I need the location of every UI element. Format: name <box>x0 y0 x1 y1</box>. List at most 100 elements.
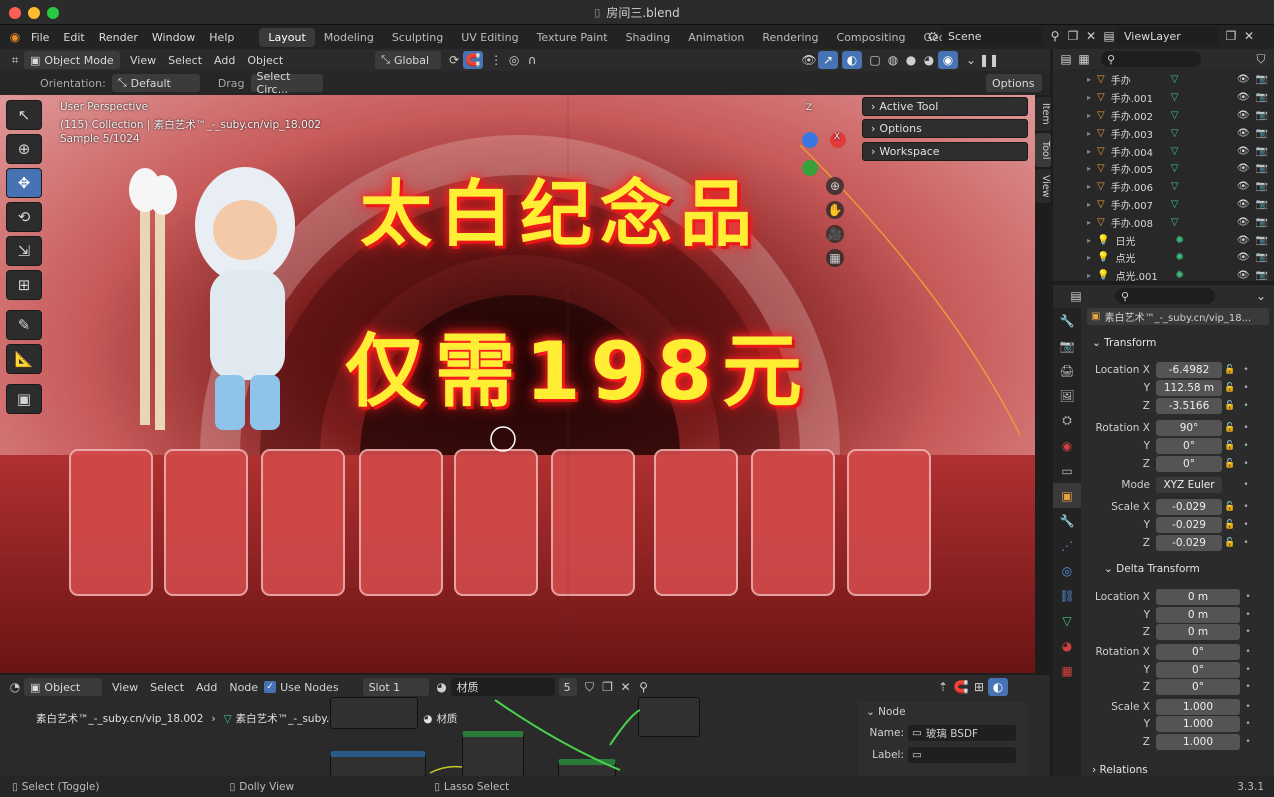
camera-icon[interactable]: 📷 <box>1256 146 1268 157</box>
properties-search-input[interactable]: ⚲ <box>1115 288 1215 304</box>
material-name-field[interactable]: 材质 <box>450 678 555 696</box>
close-window-button[interactable] <box>9 7 21 19</box>
camera-icon[interactable]: 📷 <box>1256 270 1268 281</box>
menu-add[interactable]: Add <box>214 54 235 67</box>
glass-bsdf-node[interactable] <box>462 731 524 777</box>
lock-icon[interactable]: 🔓 <box>1222 383 1238 393</box>
node-panel-header[interactable]: ⌄ Node <box>858 701 1028 723</box>
tab-layout[interactable]: Layout <box>259 27 315 47</box>
outliner-row[interactable]: ▸ ▽ 手办.001 ▽ 👁 📷 <box>1053 89 1274 107</box>
shading-material-icon[interactable]: ◕ <box>920 51 938 69</box>
node-editor-type-icon[interactable]: ◔ <box>6 678 24 696</box>
mode-selector[interactable]: ▣ Object Mode <box>24 51 120 69</box>
keyframe-dot-icon[interactable]: • <box>1240 610 1256 620</box>
lock-icon[interactable]: 🔓 <box>1222 520 1238 530</box>
keyframe-dot-icon[interactable]: • <box>1240 592 1256 602</box>
snap-grid-icon[interactable]: ⊞ <box>970 678 988 696</box>
annotate-tool-icon[interactable]: ✎ <box>6 310 42 340</box>
render-props-icon[interactable]: 📷 <box>1053 333 1081 358</box>
keyframe-dot-icon[interactable]: • <box>1240 647 1256 657</box>
outliner-search-input[interactable]: ⚲ <box>1101 51 1201 67</box>
menu-file[interactable]: File <box>24 31 56 44</box>
shader-node-editor[interactable]: ◔ ▣ Object View Select Add Node ✓ Use Node… <box>0 675 1050 777</box>
keyframe-dot-icon[interactable]: • <box>1238 423 1254 433</box>
camera-icon[interactable]: 📷 <box>1256 110 1268 121</box>
pivot-point-icon[interactable]: ⟳ <box>445 51 463 69</box>
delta-scale-y-field[interactable]: 1.000 <box>1156 715 1240 732</box>
sidetab-view[interactable]: View <box>1035 169 1051 203</box>
shading-wireframe-icon[interactable]: ◍ <box>884 51 902 69</box>
node-menu-view[interactable]: View <box>112 681 138 694</box>
gizmo-z-label[interactable]: Z <box>806 103 812 113</box>
options-dropdown[interactable]: Options <box>986 74 1042 92</box>
pan-hand-icon[interactable]: ✋ <box>826 201 844 219</box>
delete-scene-icon[interactable]: ✕ <box>1082 27 1100 45</box>
zoom-icon[interactable]: ⊕ <box>826 177 844 195</box>
transform-section-header[interactable]: ⌄ Transform <box>1092 337 1156 349</box>
eye-icon[interactable]: 👁 <box>1237 128 1250 139</box>
rotate-tool-icon[interactable]: ⟲ <box>6 202 42 232</box>
texture-props-icon[interactable]: ▦ <box>1053 658 1081 683</box>
material-sphere-icon[interactable]: ◕ <box>433 678 451 696</box>
shading-options-icon[interactable]: ⌄ <box>962 51 980 69</box>
material-output-node[interactable] <box>638 697 700 737</box>
material-props-icon[interactable]: ◕ <box>1053 633 1081 658</box>
overlay-toggle-icon[interactable]: ◐ <box>842 51 862 69</box>
eye-icon[interactable]: 👁 <box>1237 235 1250 246</box>
outliner-editor-icon[interactable]: ▤ <box>1057 50 1075 68</box>
node-menu-add[interactable]: Add <box>196 681 217 694</box>
sidetab-item[interactable]: Item <box>1035 97 1051 131</box>
object-props-icon[interactable]: ▣ <box>1053 483 1081 508</box>
lock-icon[interactable]: 🔓 <box>1222 502 1238 512</box>
constraints-props-icon[interactable]: ⛓ <box>1053 583 1081 608</box>
gizmo-x-label[interactable]: X <box>834 132 840 142</box>
pin-icon[interactable]: ⚲ <box>1046 27 1064 45</box>
grid-ortho-icon[interactable]: ▦ <box>826 249 844 267</box>
delta-location-x-field[interactable]: 0 m <box>1156 588 1240 605</box>
delta-transform-section-header[interactable]: ⌄ Delta Transform <box>1104 563 1200 575</box>
outliner-row[interactable]: ▸ ▽ 手办.005 ▽ 👁 📷 <box>1053 160 1274 178</box>
minimize-window-button[interactable] <box>28 7 40 19</box>
scene-icon[interactable]: ⛭ <box>924 27 942 45</box>
expand-arrow-icon[interactable]: ▸ <box>1053 236 1091 245</box>
tab-texture-paint[interactable]: Texture Paint <box>528 28 617 47</box>
orientation-dropdown[interactable]: ⤡ Default <box>111 74 200 92</box>
menu-edit[interactable]: Edit <box>56 31 91 44</box>
node-menu-node[interactable]: Node <box>229 681 258 694</box>
shader-type-dropdown[interactable]: ▣ Object <box>24 678 102 696</box>
select-cursor-icon[interactable]: ↖ <box>6 100 42 130</box>
eye-icon[interactable]: 👁 <box>1237 181 1250 192</box>
camera-icon[interactable]: 📷 <box>1256 163 1268 174</box>
snap-node-icon[interactable]: 🧲 <box>952 678 970 696</box>
camera-icon[interactable]: 📷 <box>1256 181 1268 192</box>
expand-arrow-icon[interactable]: ▸ <box>1053 164 1091 173</box>
npanel-active-tool[interactable]: › Active Tool <box>862 97 1028 116</box>
output-props-icon[interactable]: 🖨 <box>1053 358 1081 383</box>
tool-props-icon[interactable]: 🔧 <box>1053 308 1081 333</box>
3d-viewport[interactable]: 太白纪念品 仅需198元 User Perspective (115) Coll… <box>0 95 1035 673</box>
expand-arrow-icon[interactable]: ▸ <box>1053 129 1091 138</box>
keyframe-dot-icon[interactable]: • <box>1238 520 1254 530</box>
transform-orientation-selector[interactable]: ⤡ Global <box>375 51 442 69</box>
scene-selector[interactable]: Scene <box>942 27 1042 45</box>
eye-icon[interactable]: 👁 <box>1237 74 1250 85</box>
expand-arrow-icon[interactable]: ▸ <box>1053 218 1091 227</box>
parent-node-icon[interactable]: ⇡ <box>934 678 952 696</box>
eye-icon[interactable]: 👁 <box>1237 270 1250 281</box>
object-name-field[interactable]: ▣ 素白艺术™_-_suby.cn/vip_18... <box>1087 308 1269 325</box>
keyframe-dot-icon[interactable]: • <box>1240 719 1256 729</box>
tab-compositing[interactable]: Compositing <box>828 28 915 47</box>
camera-icon[interactable]: 📷 <box>1256 92 1268 103</box>
eye-icon[interactable]: 👁 <box>1237 110 1250 121</box>
eye-icon[interactable]: 👁 <box>1237 163 1250 174</box>
unlink-material-icon[interactable]: ✕ <box>617 678 635 696</box>
menu-help[interactable]: Help <box>202 31 241 44</box>
measure-tool-icon[interactable]: 📐 <box>6 344 42 374</box>
relations-section-header[interactable]: › Relations <box>1092 764 1148 776</box>
tab-animation[interactable]: Animation <box>679 28 753 47</box>
data-props-icon[interactable]: ▽ <box>1053 608 1081 633</box>
shading-solid-icon[interactable]: ● <box>902 51 920 69</box>
keyframe-dot-icon[interactable]: • <box>1240 682 1256 692</box>
keyframe-dot-icon[interactable]: • <box>1238 480 1254 490</box>
use-nodes-checkbox[interactable]: ✓ Use Nodes <box>264 681 339 694</box>
